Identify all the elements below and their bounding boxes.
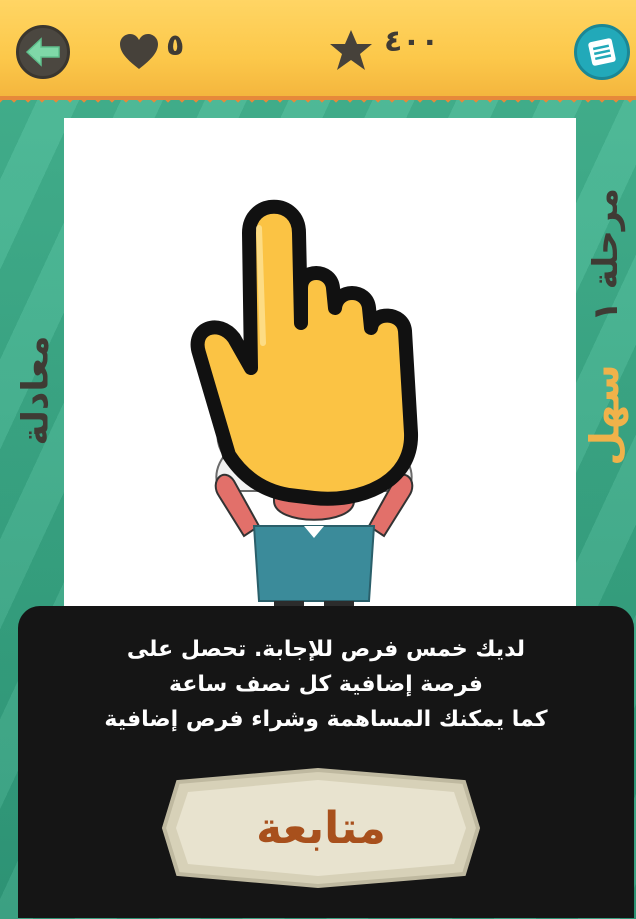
continue-button[interactable]: متابعة: [158, 764, 484, 892]
heart-icon: [120, 34, 158, 69]
star-icon: [330, 30, 372, 70]
top-bar-zigzag-edge: [0, 96, 636, 108]
top-bar: ٥ ٤٠٠: [0, 0, 636, 108]
difficulty-text: سهل: [583, 364, 630, 466]
dialog-line: كما يمكنك المساهمة وشراء فرص إضافية: [104, 707, 548, 732]
info-dialog: لديك خمس فرص للإجابة. تحصل على فرصة إضاف…: [18, 606, 634, 918]
category-text: معادلة: [15, 335, 57, 445]
category-label: معادلة: [8, 320, 64, 460]
level-text: مرحلة ١: [586, 188, 626, 322]
back-button[interactable]: [16, 25, 70, 79]
dialog-line: لديك خمس فرص للإجابة. تحصل على: [126, 637, 526, 662]
pointing-hand-icon: [190, 199, 419, 506]
dialog-message: لديك خمس فرص للإجابة. تحصل على فرصة إضاف…: [48, 632, 604, 737]
dialog-line: فرصة إضافية كل نصف ساعة: [169, 672, 483, 697]
lives-count: ٥: [166, 28, 185, 63]
menu-button[interactable]: [574, 24, 630, 80]
level-label: مرحلة ١: [576, 180, 636, 330]
continue-label: متابعة: [256, 802, 386, 854]
difficulty-label: سهل: [576, 350, 636, 480]
menu-icon: [588, 38, 616, 66]
back-arrow-icon: [25, 37, 60, 67]
question-card: [64, 118, 576, 626]
score-value: ٤٠٠: [384, 24, 439, 59]
